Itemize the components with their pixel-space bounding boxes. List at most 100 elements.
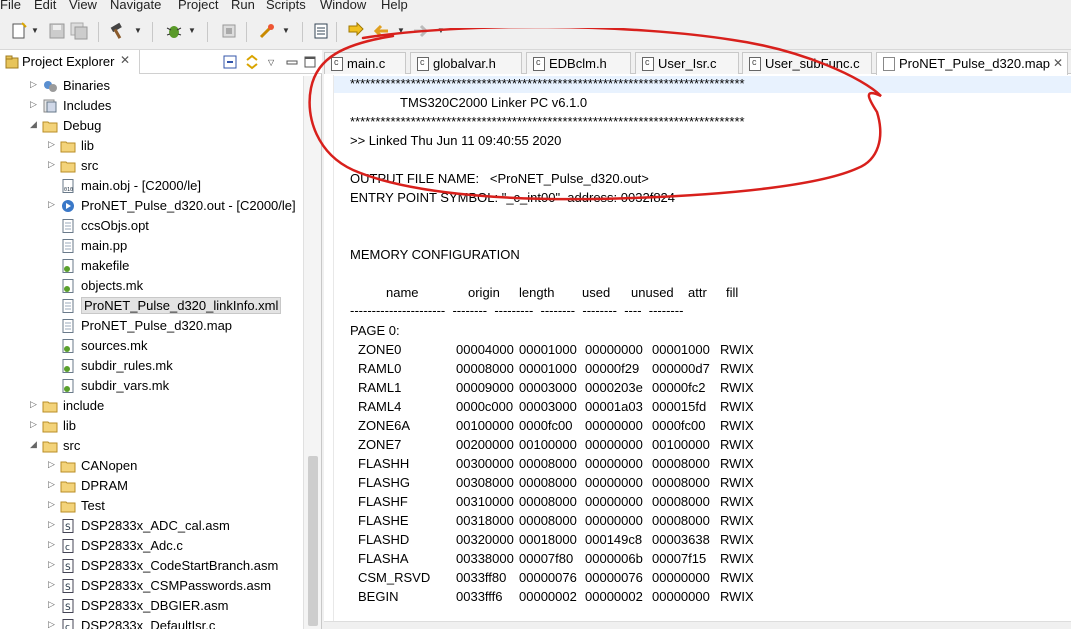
tree-item[interactable]: ccsObjs.opt [0, 216, 300, 236]
tree-item[interactable]: subdir_rules.mk [0, 356, 300, 376]
maximize-icon[interactable] [302, 54, 318, 70]
tree-item[interactable]: main.pp [0, 236, 300, 256]
new-file-icon[interactable] [10, 22, 28, 40]
minimize-icon[interactable] [284, 54, 300, 70]
tree-item-label: CANopen [81, 458, 138, 473]
editor-tab[interactable]: EDBclm.h [526, 52, 631, 74]
tree-item[interactable]: ▷ CANopen [0, 456, 300, 476]
tree-item[interactable]: makefile [0, 256, 300, 276]
back-arrow-icon[interactable] [372, 22, 390, 40]
console-icon[interactable] [312, 22, 330, 40]
tree-item[interactable]: ◢ src [0, 436, 300, 456]
flash-icon[interactable] [220, 22, 238, 40]
editor-tab[interactable]: main.c [324, 52, 406, 74]
tree-item[interactable]: 010 main.obj - [C2000/le] [0, 176, 300, 196]
menu-file[interactable]: File [0, 0, 21, 12]
expand-arrow-icon[interactable]: ▷ [48, 559, 58, 571]
expand-arrow-icon[interactable]: ▷ [48, 199, 58, 211]
menu-edit[interactable]: Edit [34, 0, 56, 12]
build-hammer-icon[interactable] [108, 22, 126, 40]
expand-arrow-icon[interactable]: ▷ [30, 419, 40, 431]
tree-item[interactable]: ◢ Debug [0, 116, 300, 136]
save-all-icon[interactable] [70, 22, 88, 40]
tree-item[interactable]: ▷ lib [0, 416, 300, 436]
menu-view[interactable]: View [69, 0, 97, 12]
tree-item[interactable]: ▷ c DSP2833x_Adc.c [0, 536, 300, 556]
menu-window[interactable]: Window [320, 0, 366, 12]
tree-item[interactable]: ProNET_Pulse_d320_linkInfo.xml [0, 296, 300, 316]
memory-used-cell: 00000000 [585, 418, 643, 433]
memory-origin-cell: 00308000 [456, 475, 514, 490]
expand-arrow-icon[interactable]: ▷ [30, 79, 40, 91]
tools-dropdown-icon[interactable]: ▼ [282, 26, 290, 35]
editor-tab[interactable]: User_subFunc.c [742, 52, 872, 74]
vertical-scrollbar[interactable] [303, 76, 321, 629]
memory-unused-cell: 000015fd [652, 399, 707, 414]
close-icon[interactable]: ✕ [120, 53, 130, 67]
tree-item[interactable]: objects.mk [0, 276, 300, 296]
tree-item[interactable]: ▷ include [0, 396, 300, 416]
menu-project[interactable]: Project [178, 0, 218, 12]
build-dropdown-icon[interactable]: ▼ [134, 26, 142, 35]
collapse-arrow-icon[interactable]: ◢ [30, 119, 40, 131]
menu-run[interactable]: Run [231, 0, 255, 12]
menu-navigate[interactable]: Navigate [110, 0, 161, 12]
tree-item[interactable]: ▷ S DSP2833x_CodeStartBranch.asm [0, 556, 300, 576]
memory-origin-cell: 00318000 [456, 513, 514, 528]
memory-attr-cell: RWIX [720, 418, 754, 433]
expand-arrow-icon[interactable]: ▷ [48, 159, 58, 171]
annotation-next-icon[interactable] [347, 22, 365, 40]
external-tools-icon[interactable] [258, 22, 276, 40]
tree-item[interactable]: ▷ Test [0, 496, 300, 516]
expand-arrow-icon[interactable]: ▷ [48, 539, 58, 551]
tree-item[interactable]: ▷ DPRAM [0, 476, 300, 496]
tree-item[interactable]: ▷ Binaries [0, 76, 300, 96]
map-text-line: unused [631, 285, 674, 300]
save-icon[interactable] [48, 22, 66, 40]
tree-item[interactable]: ▷ S DSP2833x_CSMPasswords.asm [0, 576, 300, 596]
expand-arrow-icon[interactable]: ▷ [48, 499, 58, 511]
expand-arrow-icon[interactable]: ▷ [48, 459, 58, 471]
close-icon[interactable]: ✕ [1053, 56, 1063, 70]
makefile-icon [60, 259, 76, 273]
map-file-content[interactable]: ****************************************… [334, 75, 1071, 629]
memory-used-cell: 00000002 [585, 589, 643, 604]
view-menu-icon[interactable]: ▽ [268, 58, 274, 67]
editor-tab[interactable]: globalvar.h [410, 52, 522, 74]
back-dropdown-icon[interactable]: ▼ [397, 26, 405, 35]
tree-item[interactable]: ▷ S DSP2833x_DBGIER.asm [0, 596, 300, 616]
tree-item[interactable]: ▷ src [0, 156, 300, 176]
forward-arrow-icon[interactable] [412, 22, 430, 40]
debug-bug-icon[interactable] [165, 22, 183, 40]
expand-arrow-icon[interactable]: ▷ [30, 99, 40, 111]
tree-item[interactable]: sources.mk [0, 336, 300, 356]
expand-arrow-icon[interactable]: ▷ [48, 139, 58, 151]
scrollbar-thumb[interactable] [308, 456, 318, 626]
project-explorer-tab[interactable]: Project Explorer ✕ [0, 50, 140, 74]
tree-item[interactable]: ProNET_Pulse_d320.map [0, 316, 300, 336]
tree-item[interactable]: ▷ lib [0, 136, 300, 156]
menu-scripts[interactable]: Scripts [266, 0, 306, 12]
expand-arrow-icon[interactable]: ▷ [48, 619, 58, 629]
editor-tab[interactable]: User_Isr.c [635, 52, 739, 74]
debug-dropdown-icon[interactable]: ▼ [188, 26, 196, 35]
menu-help[interactable]: Help [381, 0, 408, 12]
tree-item[interactable]: ▷ S DSP2833x_ADC_cal.asm [0, 516, 300, 536]
expand-arrow-icon[interactable]: ▷ [48, 519, 58, 531]
tree-item[interactable]: ▷ Includes [0, 96, 300, 116]
expand-arrow-icon[interactable]: ▷ [48, 479, 58, 491]
link-with-editor-icon[interactable] [244, 54, 260, 70]
expand-arrow-icon[interactable]: ▷ [30, 399, 40, 411]
new-dropdown-icon[interactable]: ▼ [31, 26, 39, 35]
editor-tab[interactable]: ProNET_Pulse_d320.map ✕ [876, 52, 1068, 75]
tree-item[interactable]: ▷ ProNET_Pulse_d320.out - [C2000/le] [0, 196, 300, 216]
expand-arrow-icon[interactable]: ▷ [48, 579, 58, 591]
expand-arrow-icon[interactable]: ▷ [48, 599, 58, 611]
tree-item[interactable]: ▷ c DSP2833x_DefaultIsr.c [0, 616, 300, 629]
folder-icon [42, 439, 58, 453]
collapse-arrow-icon[interactable]: ◢ [30, 439, 40, 451]
tree-item[interactable]: subdir_vars.mk [0, 376, 300, 396]
forward-dropdown-icon[interactable]: ▼ [437, 26, 445, 35]
collapse-all-icon[interactable] [222, 54, 238, 70]
horizontal-scrollbar[interactable] [324, 621, 1071, 629]
